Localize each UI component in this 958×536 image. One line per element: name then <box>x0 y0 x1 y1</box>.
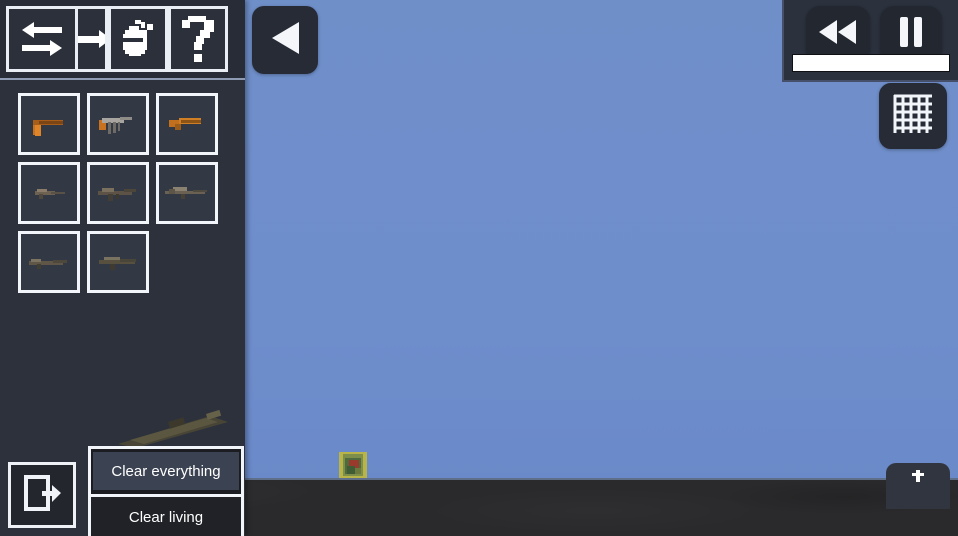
weapon-slot-sniper-rifle[interactable] <box>156 162 218 224</box>
expand-tray-button[interactable] <box>886 463 950 509</box>
pixel-entity[interactable] <box>337 450 369 480</box>
weapon-slot-assault-rifle[interactable] <box>87 162 149 224</box>
arrow-tool-button[interactable] <box>78 6 108 72</box>
grid-toggle-button[interactable] <box>879 83 947 149</box>
weapon-slot-shotgun[interactable] <box>18 231 80 293</box>
grid-mesh-icon <box>892 93 934 140</box>
clear-living-button[interactable]: Clear living <box>91 494 241 536</box>
anchor-icon <box>911 469 925 488</box>
machine-gun-icon <box>99 257 136 270</box>
paint-bucket-icon <box>117 18 159 60</box>
clear-buttons-group: Clear everything Clear living <box>88 446 244 536</box>
weapon-grid <box>18 93 234 300</box>
help-tool-button[interactable] <box>168 6 228 72</box>
arrow-right-icon <box>78 25 105 53</box>
clear-everything-button[interactable]: Clear everything <box>93 452 239 490</box>
weapon-panel: Clear everything Clear living <box>0 0 245 536</box>
exit-button[interactable] <box>8 462 76 528</box>
weapon-slot-pistol[interactable] <box>18 93 80 155</box>
pistol-icon <box>33 120 63 136</box>
speed-bar-fill <box>793 55 949 71</box>
pause-icon <box>898 16 924 53</box>
panel-toolbar <box>0 0 245 80</box>
paint-tool-button[interactable] <box>108 6 168 72</box>
collapse-panel-button[interactable] <box>252 6 318 74</box>
selected-weapon-preview <box>118 409 228 448</box>
weapon-slot-machine-gun[interactable] <box>87 231 149 293</box>
triangle-left-icon <box>268 20 302 61</box>
assault-rifle-icon <box>98 188 136 201</box>
swap-arrows-icon <box>20 19 64 59</box>
playback-controls <box>782 0 958 82</box>
smg-icon <box>99 117 132 134</box>
weapon-slot-rifle[interactable] <box>18 162 80 224</box>
exit-door-icon <box>22 473 62 518</box>
sawed-off-icon <box>169 118 201 130</box>
rewind-icon <box>818 19 858 50</box>
sniper-rifle-icon <box>165 187 207 199</box>
question-mark-icon <box>180 16 216 62</box>
speed-bar[interactable] <box>792 54 950 72</box>
weapon-slot-submachine-gun[interactable] <box>87 93 149 155</box>
shotgun-icon <box>29 259 67 269</box>
rifle-icon <box>35 189 65 199</box>
game-window: Clear everything Clear living <box>0 0 958 536</box>
weapon-slot-sawed-off[interactable] <box>156 93 218 155</box>
swap-tool-button[interactable] <box>6 6 78 72</box>
